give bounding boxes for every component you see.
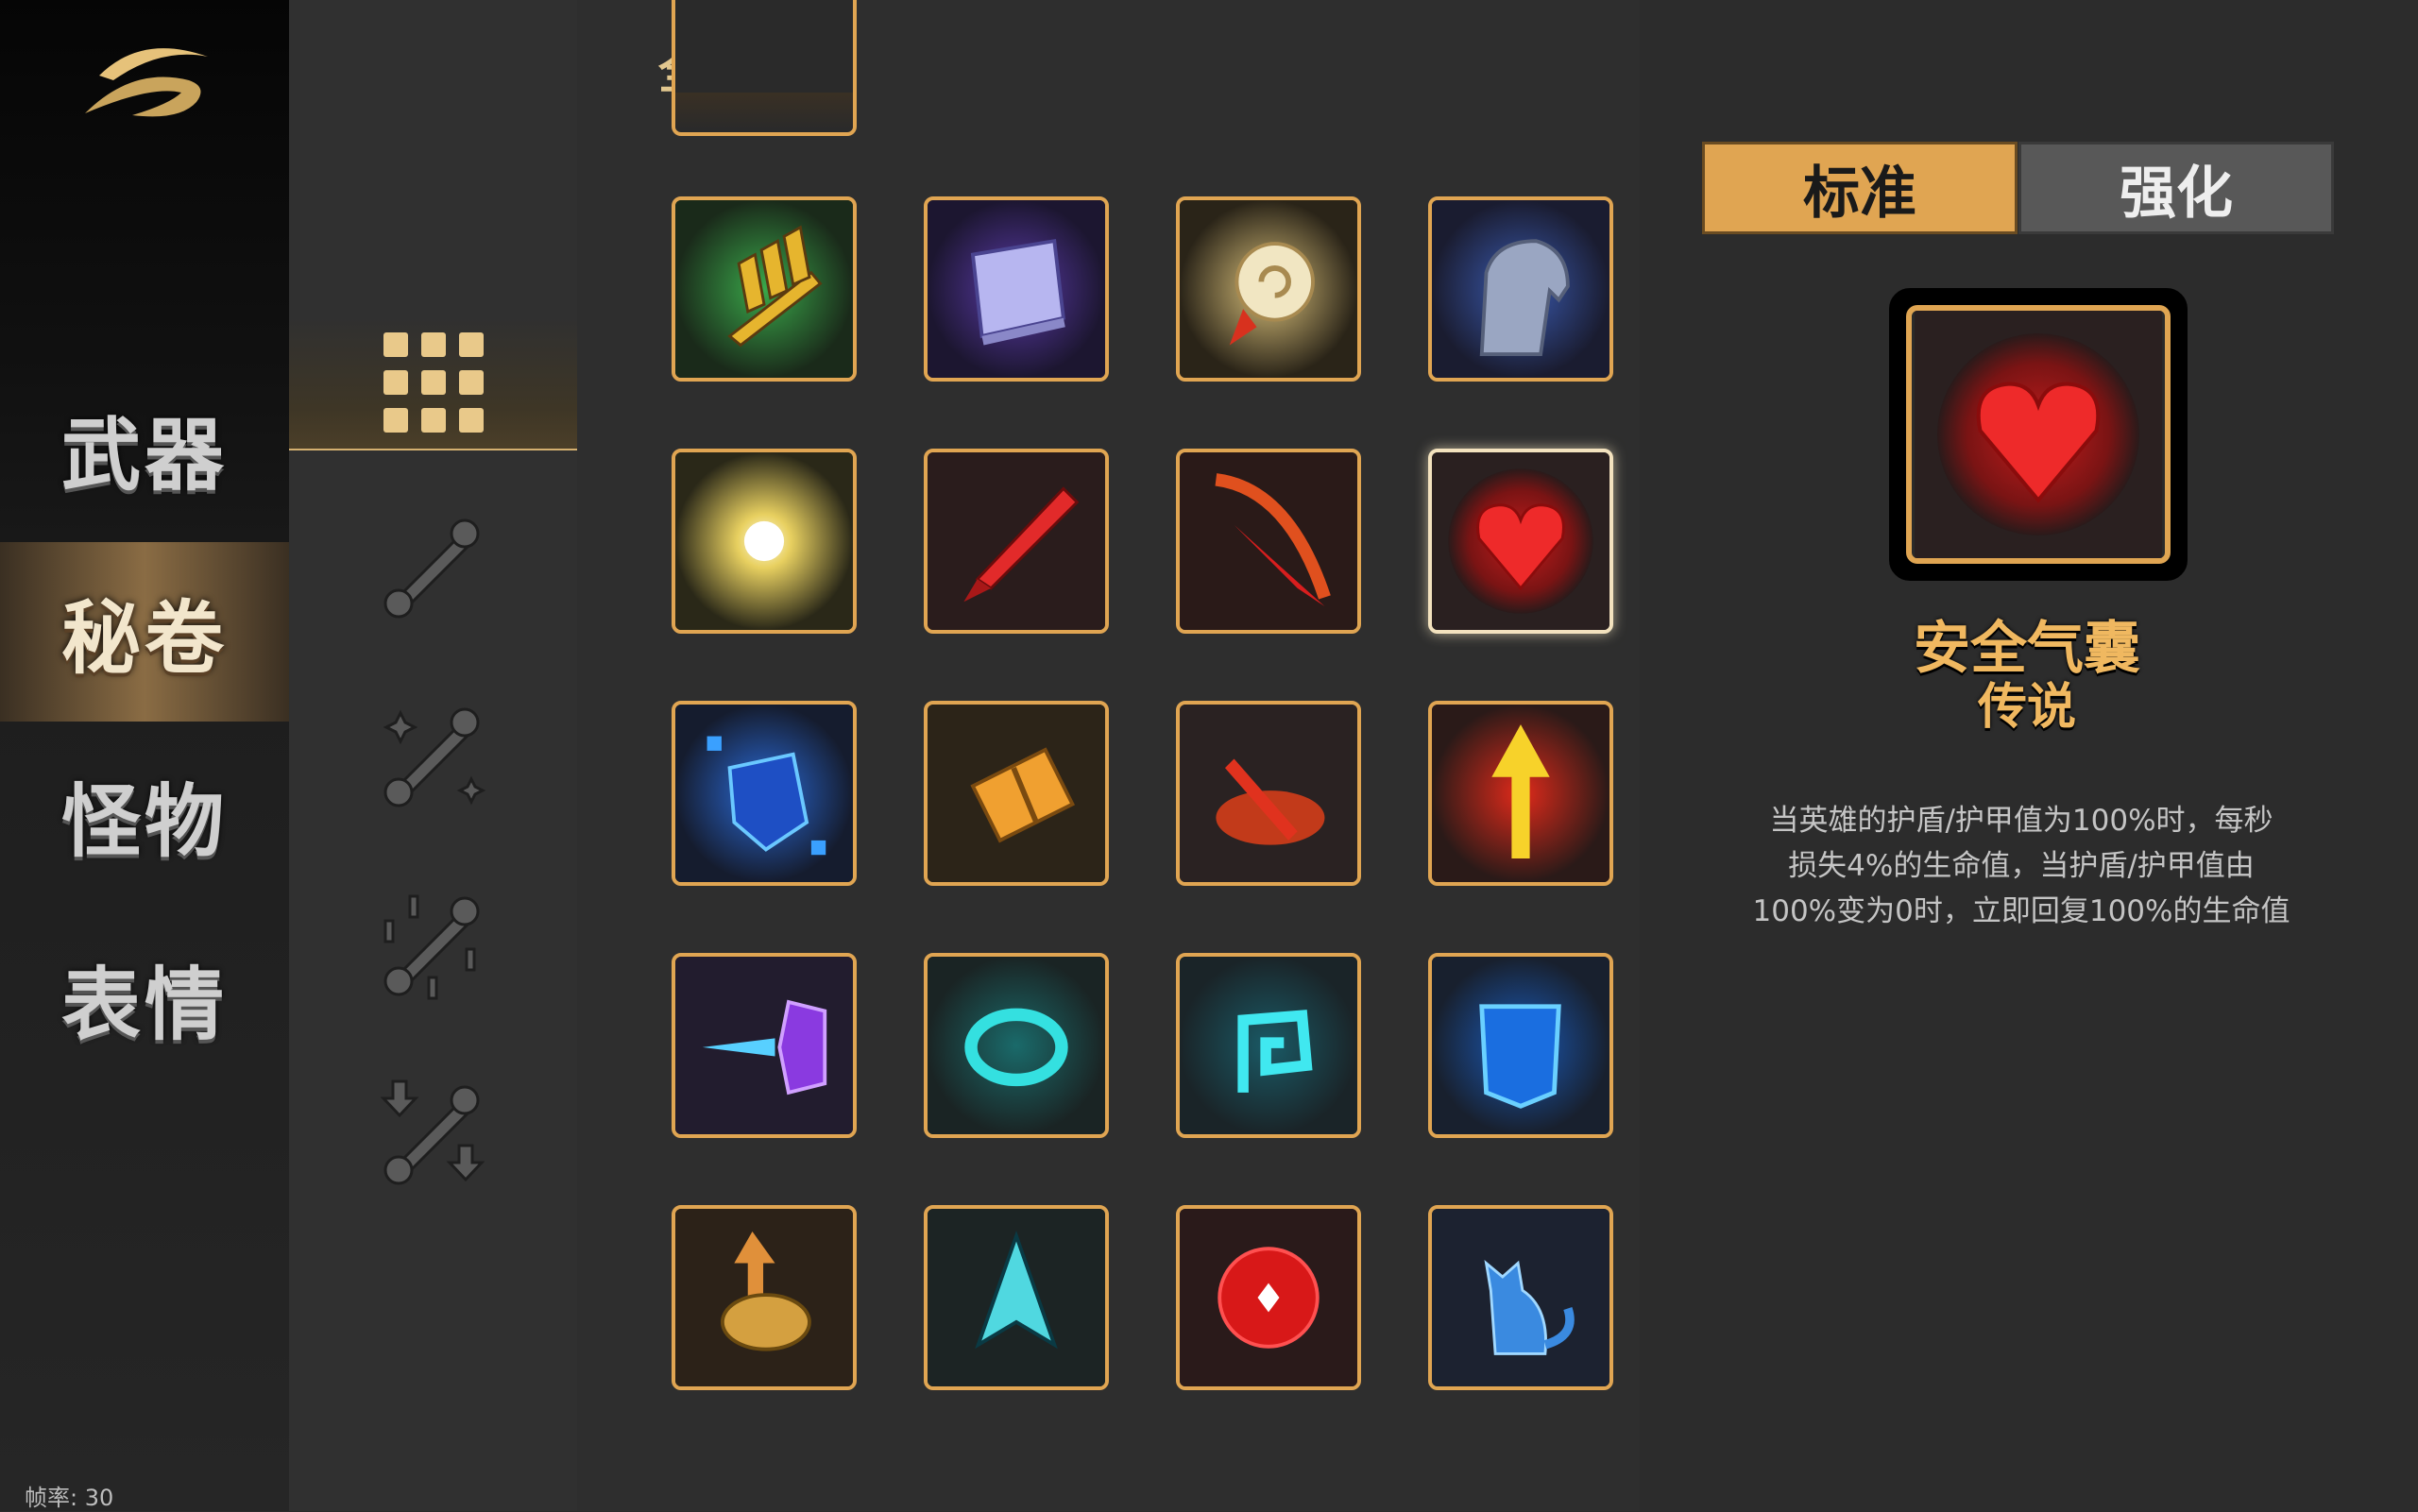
fire-strike-icon [1180, 705, 1357, 882]
golden-bundle-icon [928, 705, 1105, 882]
category-emotes[interactable]: 表情 [0, 909, 289, 1088]
item-light-burst[interactable] [672, 449, 857, 634]
item-cyan-ring[interactable] [924, 953, 1109, 1138]
cyan-spiral-icon [1180, 957, 1357, 1134]
item-heart[interactable] [1428, 449, 1613, 634]
item-blue-crystal[interactable] [672, 701, 857, 886]
gold-coin-arrow-icon [675, 1209, 853, 1386]
filter-sparkle-scroll[interactable] [289, 689, 577, 822]
tab-standard[interactable]: 标准 [1702, 142, 2018, 234]
cyan-arrowhead-icon [928, 1209, 1105, 1386]
item-description: 当英雄的护盾/护甲值为100%时，每秒 损失4%的生命值，当护盾/护甲值由 10… [1728, 798, 2314, 934]
tab-enhanced[interactable]: 强化 [2018, 142, 2334, 234]
item-rarity: 传说 [1977, 679, 2076, 736]
spiral-scroll-icon [1180, 200, 1357, 378]
heart-icon [1432, 452, 1609, 630]
item-fire-strike[interactable] [1176, 701, 1361, 886]
sparkle-scroll-icon [383, 707, 485, 807]
filter-arrow-scroll[interactable] [289, 1067, 577, 1199]
item-purple-gem-dash[interactable] [672, 953, 857, 1138]
blue-shield-icon [1432, 957, 1609, 1134]
blue-cat-icon [1432, 1209, 1609, 1386]
item-cyan-arrowhead[interactable] [924, 1205, 1109, 1390]
spellbook-icon [928, 200, 1105, 378]
light-burst-icon [675, 452, 853, 630]
red-orb-icon [1180, 1209, 1357, 1386]
burst-scroll-icon [383, 894, 479, 1000]
item-gold-coin-arrow[interactable] [672, 1205, 857, 1390]
item-stone-fist[interactable] [1428, 196, 1613, 382]
item-red-slash[interactable] [1176, 449, 1361, 634]
description-line: 当英雄的护盾/护甲值为100%时，每秒 [1769, 804, 2273, 838]
grid-all-icon [383, 332, 484, 433]
red-dagger-icon [928, 452, 1105, 630]
game-logo-icon [85, 48, 208, 117]
item-blue-shield[interactable] [1428, 953, 1613, 1138]
item-bullets[interactable] [672, 196, 857, 382]
description-line: 损失4%的生命值，当护盾/护甲值由 [1788, 849, 2255, 883]
up-arrow-icon [1432, 705, 1609, 882]
stone-fist-icon [1432, 200, 1609, 378]
category-weapons[interactable]: 武器 [0, 359, 289, 538]
item-spiral-scroll[interactable] [1176, 196, 1361, 382]
filter-burst-scroll[interactable] [289, 878, 577, 1011]
filter-scroll[interactable] [289, 501, 577, 633]
item-up-arrow[interactable] [1428, 701, 1613, 886]
heart-icon [1915, 311, 2162, 558]
item-spellbook[interactable] [924, 196, 1109, 382]
item-red-dagger[interactable] [924, 449, 1109, 634]
bullets-icon [675, 200, 853, 378]
item-cell-partial[interactable] [672, 0, 857, 136]
item-blue-cat[interactable] [1428, 1205, 1613, 1390]
scroll-icon [383, 518, 479, 619]
blue-crystal-icon [675, 705, 853, 882]
item-preview [1889, 288, 2188, 581]
cyan-ring-icon [928, 957, 1105, 1134]
fps-counter: 帧率: 30 [25, 1485, 114, 1511]
item-red-orb[interactable] [1176, 1205, 1361, 1390]
category-scrolls[interactable]: 秘卷 [0, 542, 289, 722]
category-sidebar: 武器 秘卷 怪物 表情 [0, 0, 289, 1511]
red-slash-icon [1180, 452, 1357, 630]
item-cyan-spiral[interactable] [1176, 953, 1361, 1138]
filter-all[interactable] [289, 316, 577, 450]
purple-gem-dash-icon [675, 957, 853, 1134]
description-line: 100%变为0时，立即回复100%的生命值 [1752, 894, 2290, 928]
item-golden-bundle[interactable] [924, 701, 1109, 886]
filter-sidebar [289, 0, 577, 1511]
category-monsters[interactable]: 怪物 [0, 725, 289, 905]
arrow-scroll-icon [380, 1079, 485, 1185]
